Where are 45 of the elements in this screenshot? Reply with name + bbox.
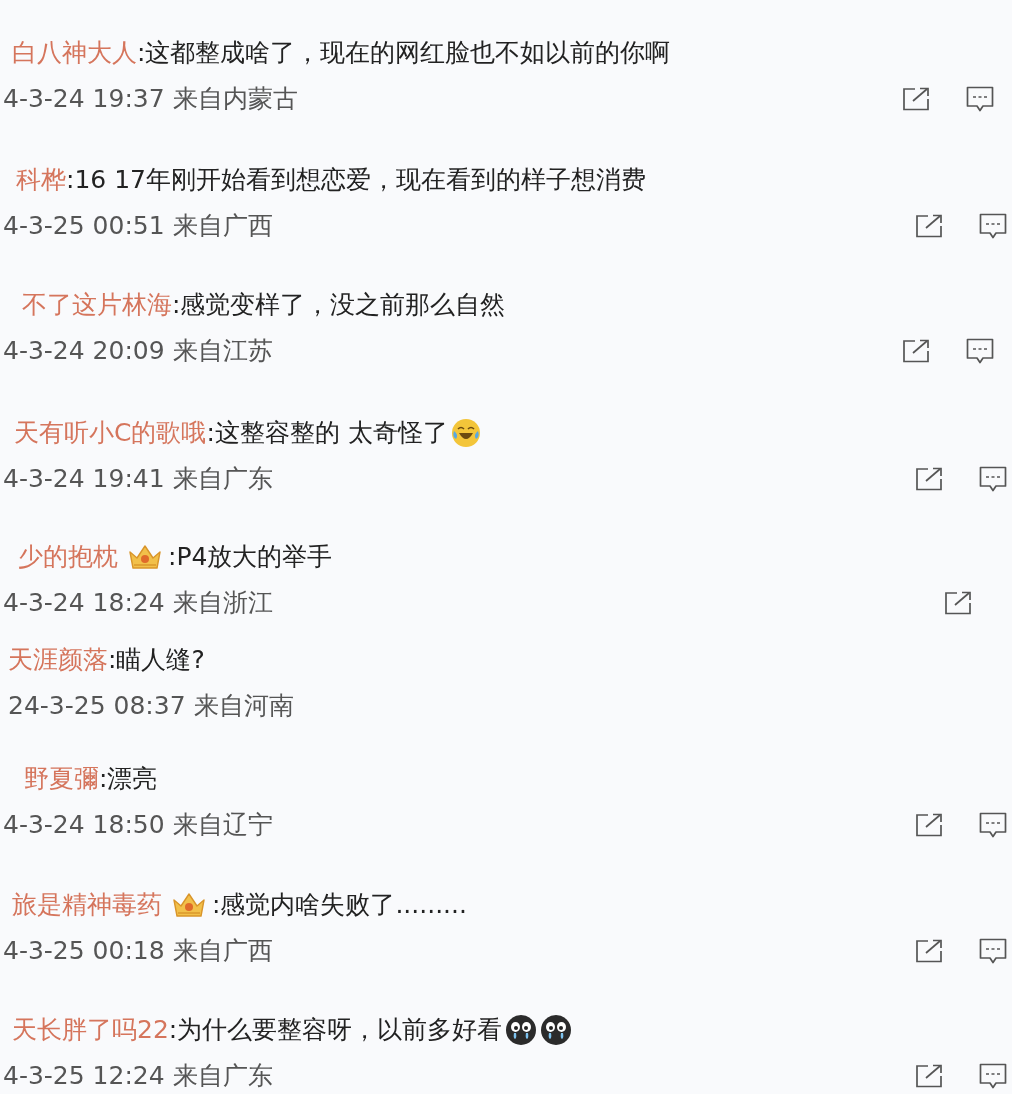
comment-text: :这都整成啥了，现在的网红脸也不如以前的你啊 [137,38,671,68]
comment-text: :感觉内啥失败了......... [212,890,467,920]
share-icon[interactable] [902,339,930,363]
comment-text: :感觉变样了，没之前那么自然 [172,290,506,320]
comment-text: :瞄人缝? [108,645,205,675]
comment-timestamp: 4-3-25 12:24 来自广东 [3,1061,273,1091]
comment-bubble-icon[interactable] [966,85,994,113]
comment-bubble-icon[interactable] [979,937,1007,965]
username-link[interactable]: 野夏彌 [24,764,99,794]
username-link[interactable]: 天涯颜落 [8,645,108,675]
comment-bubble-icon[interactable] [979,212,1007,240]
comment-bubble-icon[interactable] [979,465,1007,493]
username-link[interactable]: 天有听小C的歌哦 [14,418,207,448]
share-icon[interactable] [902,87,930,111]
username-link[interactable]: 科桦 [16,165,66,195]
comment-timestamp: 4-3-24 18:24 来自浙江 [3,588,273,618]
comment-text: :P4放大的举手 [168,542,333,572]
comment-bubble-icon[interactable] [979,1062,1007,1090]
comment-timestamp: 4-3-24 18:50 来自辽宁 [3,810,273,840]
share-icon[interactable] [915,1064,943,1088]
comment-text: :为什么要整容呀，以前多好看 [168,1015,503,1045]
username-link[interactable]: 天长胖了吗22 [12,1015,169,1045]
username-link[interactable]: 少的抱枕 [18,542,118,572]
username-link[interactable]: 不了这片林海 [22,290,172,320]
username-link[interactable]: 白八神大人 [12,38,137,68]
comment-timestamp: 4-3-25 00:51 来自广西 [3,211,273,241]
share-icon[interactable] [944,591,972,615]
username-link[interactable]: 旅是精神毒药 [12,890,162,920]
laughing-tears-emoji-icon [450,418,481,448]
crying-face-emoji-icon [505,1014,538,1046]
share-icon[interactable] [915,467,943,491]
comment-timestamp: 4-3-24 19:41 来自广东 [3,464,273,494]
share-icon[interactable] [915,214,943,238]
comment-timestamp: 4-3-24 20:09 来自江苏 [3,336,273,366]
crying-face-emoji-icon [540,1014,573,1046]
comment-text: :16 17年刚开始看到想恋爱，现在看到的样子想消费 [66,165,646,195]
comment-text: :漂亮 [99,764,158,794]
comment-timestamp: 24-3-25 08:37 来自河南 [8,691,294,721]
share-icon[interactable] [915,939,943,963]
comment-text: :这整容整的 太奇怪了 [206,418,448,448]
comment-bubble-icon[interactable] [966,337,994,365]
share-icon[interactable] [915,813,943,837]
comment-bubble-icon[interactable] [979,811,1007,839]
comment-timestamp: 4-3-24 19:37 来自内蒙古 [3,84,298,114]
comment-timestamp: 4-3-25 00:18 来自广西 [3,936,273,966]
